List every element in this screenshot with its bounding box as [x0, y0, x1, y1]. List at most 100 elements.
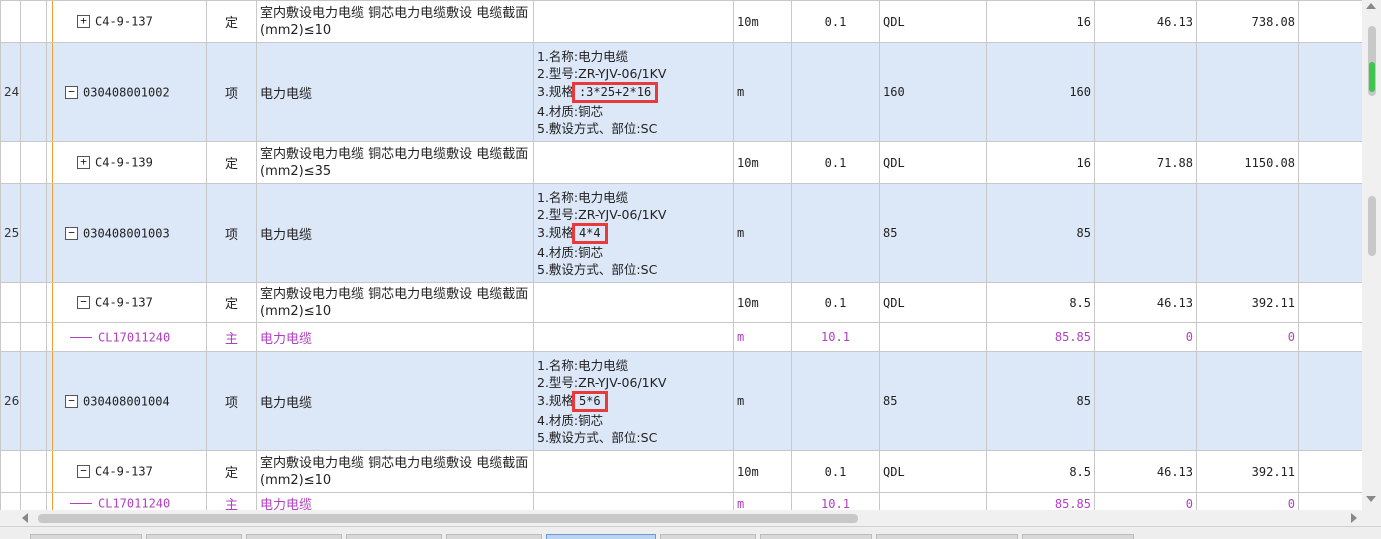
- type-cell[interactable]: 定: [206, 450, 257, 493]
- feature-cell[interactable]: 1.名称:电力电缆2.型号:ZR-YJV-06/1KV3.规格4*43.规格:4…: [533, 183, 734, 283]
- trailing-cell[interactable]: 8: [1298, 42, 1362, 142]
- coef-cell[interactable]: [791, 183, 880, 283]
- trailing-cell[interactable]: [1298, 322, 1362, 352]
- feature-cell[interactable]: [533, 492, 734, 510]
- qty-expr-cell[interactable]: [879, 322, 987, 352]
- qty-cell[interactable]: 85.85: [986, 492, 1095, 510]
- type-cell[interactable]: 项: [206, 351, 257, 451]
- price-cell[interactable]: 46.13: [1094, 0, 1197, 43]
- unit-cell[interactable]: m: [733, 492, 792, 510]
- expand-icon[interactable]: +: [77, 15, 90, 28]
- code-cell[interactable]: −030408001004: [46, 351, 207, 451]
- code-cell[interactable]: + C4-9-139: [46, 141, 207, 184]
- boq-item-row[interactable]: 25 −030408001003 项 电力电缆 1.名称:电力电缆 2.型号:ZR-YJV…: [0, 183, 1362, 283]
- price-cell[interactable]: [1094, 351, 1197, 451]
- boq-item-row[interactable]: 24 −030408001002 项 电力电缆 1.名称:电力电缆 2.型号:ZR-YJV…: [0, 42, 1362, 142]
- unit-cell[interactable]: m: [733, 183, 792, 283]
- code-cell[interactable]: + C4-9-137: [46, 0, 207, 43]
- coef-cell[interactable]: 10.1: [791, 322, 880, 352]
- feature-cell[interactable]: [533, 0, 734, 43]
- qty-expr-cell[interactable]: QDL: [879, 0, 987, 43]
- trailing-cell[interactable]: 54: [1298, 450, 1362, 493]
- price-cell[interactable]: 71.88: [1094, 141, 1197, 184]
- qty-cell[interactable]: 160: [986, 42, 1095, 142]
- total-cell[interactable]: [1196, 351, 1299, 451]
- total-cell[interactable]: 0: [1196, 322, 1299, 352]
- qty-expr-cell[interactable]: 85: [879, 351, 987, 451]
- code-cell[interactable]: −030408001003: [46, 183, 207, 283]
- name-cell[interactable]: 室内敷设电力电缆 铜芯电力电缆敷设 电缆截面(mm2)≤35: [256, 141, 534, 184]
- unit-cell[interactable]: m: [733, 351, 792, 451]
- qty-cell[interactable]: 85: [986, 183, 1095, 283]
- boq-item-row[interactable]: 26 −030408001004 项 电力电缆 1.名称:电力电缆 2.型号:ZR-YJV…: [0, 351, 1362, 451]
- unit-cell[interactable]: m: [733, 42, 792, 142]
- type-cell[interactable]: 主: [206, 492, 257, 510]
- qty-expr-cell[interactable]: QDL: [879, 282, 987, 323]
- trailing-cell[interactable]: 5: [1298, 351, 1362, 451]
- type-cell[interactable]: 定: [206, 282, 257, 323]
- collapse-icon[interactable]: −: [65, 394, 78, 408]
- qty-cell[interactable]: 8.5: [986, 282, 1095, 323]
- total-cell[interactable]: 392.11: [1196, 450, 1299, 493]
- qty-cell[interactable]: 85: [986, 351, 1095, 451]
- quota-row[interactable]: − C4-9-137 定 室内敷设电力电缆 铜芯电力电缆敷设 电缆截面(mm2)≤10…: [0, 282, 1362, 323]
- price-cell[interactable]: [1094, 183, 1197, 283]
- vertical-scroll-thumb-secondary[interactable]: [1368, 196, 1376, 256]
- type-cell[interactable]: 项: [206, 183, 257, 283]
- horizontal-scrollbar[interactable]: [18, 510, 1362, 526]
- quota-row[interactable]: − C4-9-137 定 室内敷设电力电缆 铜芯电力电缆敷设 电缆截面(mm2)≤10…: [0, 450, 1362, 493]
- feature-cell[interactable]: 1.名称:电力电缆 2.型号:ZR-YJV-06/1KV 3.规格:3*25+2*1…: [533, 42, 734, 142]
- code-cell[interactable]: − C4-9-137: [46, 450, 207, 493]
- unit-cell[interactable]: 10m: [733, 141, 792, 184]
- coef-cell[interactable]: 0.1: [791, 0, 880, 43]
- total-cell[interactable]: 392.11: [1196, 282, 1299, 323]
- name-cell[interactable]: 电力电缆: [256, 492, 534, 510]
- collapse-icon[interactable]: −: [77, 465, 90, 478]
- name-cell[interactable]: 室内敷设电力电缆 铜芯电力电缆敷设 电缆截面(mm2)≤10: [256, 282, 534, 323]
- total-cell[interactable]: [1196, 42, 1299, 142]
- name-cell[interactable]: 电力电缆: [256, 183, 534, 283]
- collapse-icon[interactable]: −: [65, 85, 78, 99]
- qty-cell[interactable]: 85.85: [986, 322, 1095, 352]
- quota-row[interactable]: + C4-9-139 定 室内敷设电力电缆 铜芯电力电缆敷设 电缆截面(mm2)≤35…: [0, 141, 1362, 184]
- feature-cell[interactable]: 1.名称:电力电缆2.型号:ZR-YJV-06/1KV3.规格5*63.规格:5…: [533, 351, 734, 451]
- quota-row[interactable]: + C4-9-137 定 室内敷设电力电缆 铜芯电力电缆敷设 电缆截面(mm2)≤10…: [0, 0, 1362, 43]
- price-cell[interactable]: 0: [1094, 322, 1197, 352]
- coef-cell[interactable]: 0.1: [791, 141, 880, 184]
- qty-cell[interactable]: 16: [986, 0, 1095, 43]
- feature-cell[interactable]: [533, 322, 734, 352]
- unit-cell[interactable]: 10m: [733, 282, 792, 323]
- name-cell[interactable]: 电力电缆: [256, 322, 534, 352]
- boq-grid[interactable]: + C4-9-137 定室内敷设电力电缆 铜芯电力电缆敷设 电缆截面(mm2)≤10…: [0, 0, 1362, 510]
- qty-expr-cell[interactable]: 160: [879, 42, 987, 142]
- qty-expr-cell[interactable]: [879, 492, 987, 510]
- name-cell[interactable]: 室内敷设电力电缆 铜芯电力电缆敷设 电缆截面(mm2)≤10: [256, 0, 534, 43]
- trailing-cell[interactable]: 5: [1298, 183, 1362, 283]
- collapse-icon[interactable]: −: [65, 226, 78, 240]
- total-cell[interactable]: 738.08: [1196, 0, 1299, 43]
- code-cell[interactable]: CL17011240: [46, 492, 207, 510]
- feature-cell[interactable]: [533, 282, 734, 323]
- main-material-row[interactable]: CL17011240 主 电力电缆 m 10.1 85.85 0 0: [0, 322, 1362, 352]
- main-material-row[interactable]: CL17011240 主 电力电缆 m 10.1 85.85 0 0: [0, 492, 1362, 510]
- name-cell[interactable]: 电力电缆: [256, 42, 534, 142]
- qty-expr-cell[interactable]: QDL: [879, 141, 987, 184]
- feature-cell[interactable]: [533, 450, 734, 493]
- price-cell[interactable]: 0: [1094, 492, 1197, 510]
- trailing-cell[interactable]: 54: [1298, 0, 1362, 43]
- qty-cell[interactable]: 16: [986, 141, 1095, 184]
- trailing-cell[interactable]: 54: [1298, 282, 1362, 323]
- trailing-cell[interactable]: [1298, 492, 1362, 510]
- total-cell[interactable]: 1150.08: [1196, 141, 1299, 184]
- qty-expr-cell[interactable]: 85: [879, 183, 987, 283]
- scroll-right-arrow-icon[interactable]: [1351, 513, 1357, 523]
- qty-cell[interactable]: 8.5: [986, 450, 1095, 493]
- coef-cell[interactable]: [791, 351, 880, 451]
- code-cell[interactable]: −030408001002: [46, 42, 207, 142]
- name-cell[interactable]: 室内敷设电力电缆 铜芯电力电缆敷设 电缆截面(mm2)≤10: [256, 450, 534, 493]
- feature-cell[interactable]: [533, 141, 734, 184]
- horizontal-scroll-thumb[interactable]: [38, 514, 858, 523]
- scroll-left-arrow-icon[interactable]: [22, 513, 28, 523]
- trailing-cell[interactable]: 85: [1298, 141, 1362, 184]
- price-cell[interactable]: [1094, 42, 1197, 142]
